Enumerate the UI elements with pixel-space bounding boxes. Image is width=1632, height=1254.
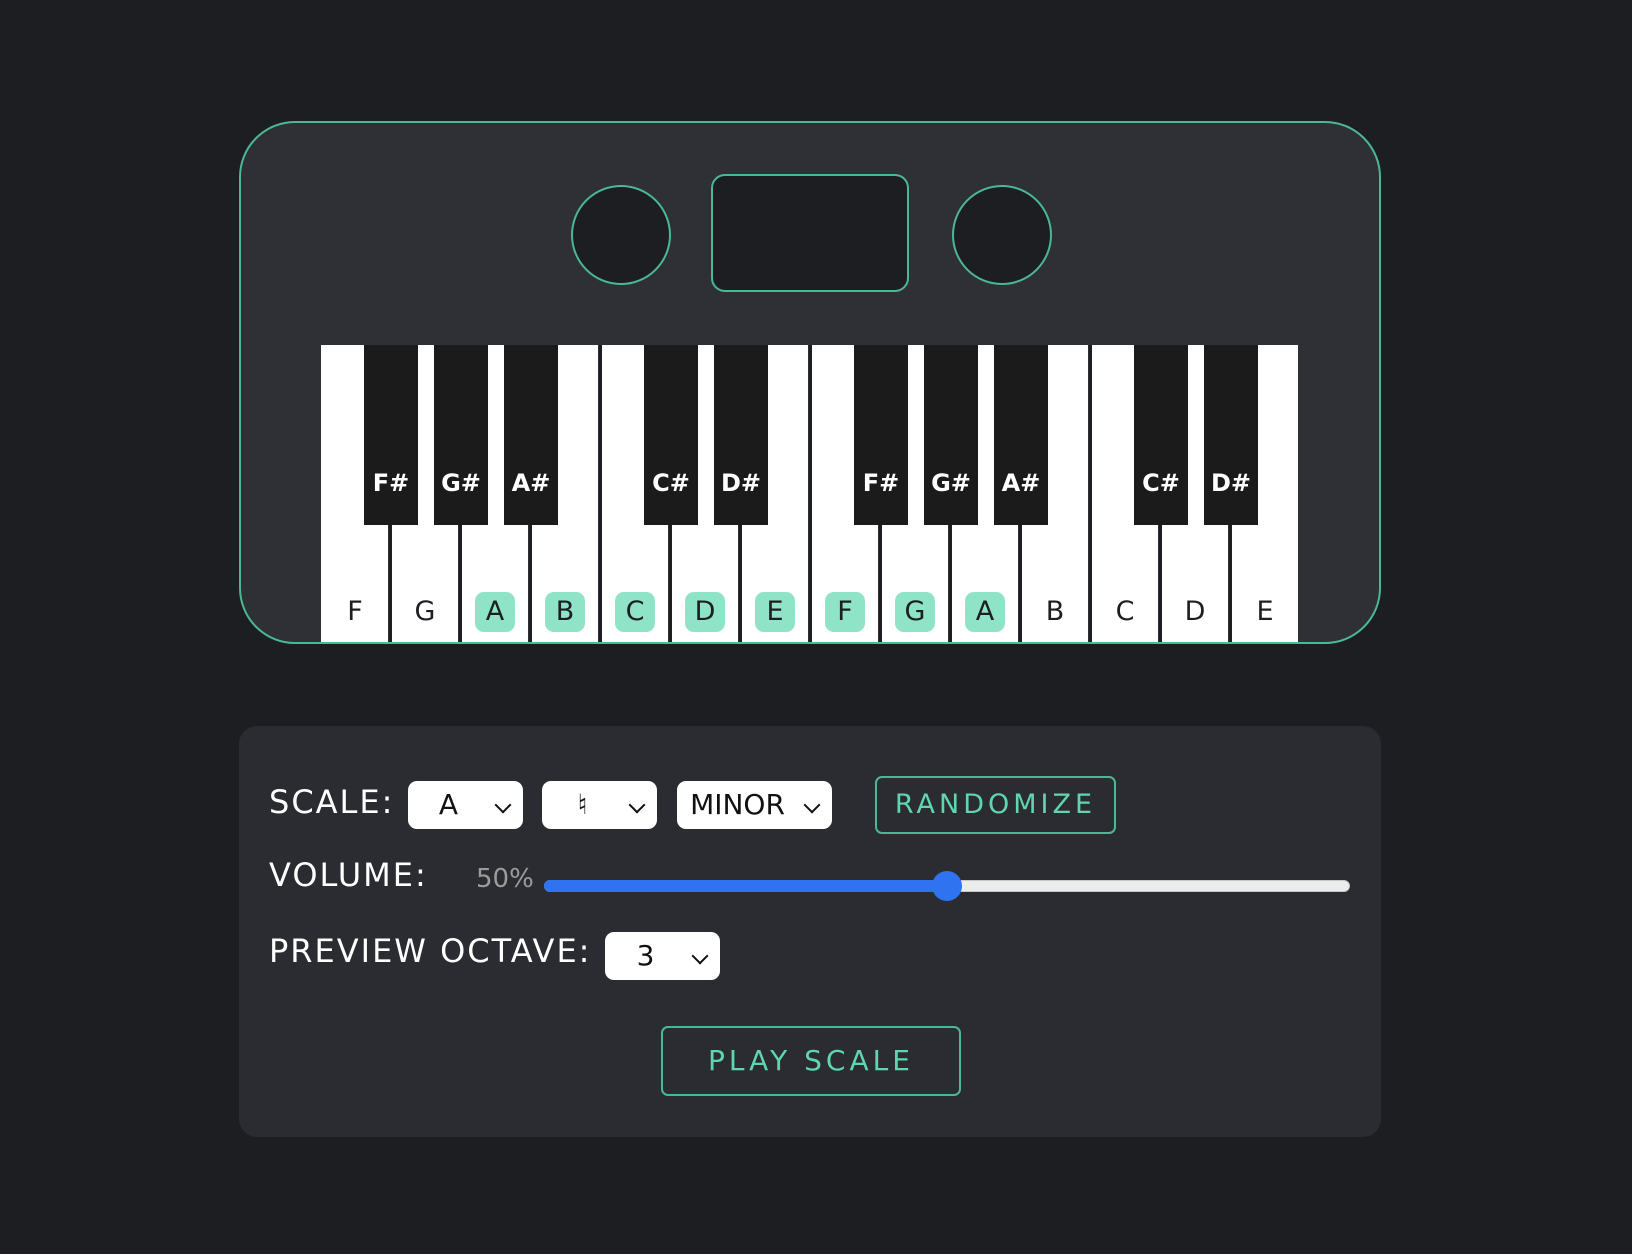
white-key-label: F bbox=[825, 592, 865, 632]
key-divider bbox=[879, 525, 882, 642]
scale-label: SCALE: bbox=[269, 783, 395, 821]
black-key[interactable]: F# bbox=[854, 345, 908, 525]
white-key-label: C bbox=[615, 592, 655, 632]
preview-octave-value: 3 bbox=[636, 939, 655, 972]
black-key[interactable]: A# bbox=[504, 345, 558, 525]
controls-panel: SCALE: A ♮ MINOR RANDOMIZE VOLUME: 50% P… bbox=[239, 726, 1381, 1137]
left-knob[interactable] bbox=[571, 185, 671, 285]
key-divider bbox=[459, 525, 462, 642]
white-key-label: A bbox=[475, 592, 515, 632]
scale-note-value: A bbox=[438, 788, 459, 821]
volume-slider-fill bbox=[544, 880, 947, 892]
key-divider bbox=[1159, 525, 1162, 642]
black-key[interactable]: A# bbox=[994, 345, 1048, 525]
black-key-label: A# bbox=[1001, 469, 1041, 497]
key-divider bbox=[599, 345, 602, 642]
scale-accidental-select[interactable]: ♮ bbox=[542, 781, 657, 829]
preview-octave-label: PREVIEW OCTAVE: bbox=[269, 932, 592, 970]
play-scale-button[interactable]: PLAY SCALE bbox=[661, 1026, 961, 1096]
key-divider bbox=[1089, 345, 1092, 642]
key-divider bbox=[949, 525, 952, 642]
scale-note-select[interactable]: A bbox=[408, 781, 523, 829]
scale-mode-value: MINOR bbox=[690, 788, 785, 821]
key-divider bbox=[809, 345, 812, 642]
white-key-label: D bbox=[685, 592, 725, 632]
key-divider bbox=[1019, 525, 1022, 642]
volume-label: VOLUME: bbox=[269, 856, 428, 894]
black-key[interactable]: F# bbox=[364, 345, 418, 525]
volume-slider-thumb[interactable] bbox=[932, 871, 962, 901]
key-divider bbox=[669, 525, 672, 642]
piano-keyboard: F G A B C D E F G A B C D E F# G# A# C# D# F# G# A# C# D# bbox=[321, 345, 1302, 642]
white-key-label: C bbox=[1115, 596, 1135, 627]
key-divider bbox=[529, 525, 532, 642]
black-key-label: G# bbox=[441, 469, 481, 497]
key-divider bbox=[739, 525, 742, 642]
chevron-down-icon bbox=[628, 796, 646, 814]
chevron-down-icon bbox=[494, 796, 512, 814]
black-key[interactable]: G# bbox=[924, 345, 978, 525]
scale-mode-select[interactable]: MINOR bbox=[677, 781, 832, 829]
black-key[interactable]: G# bbox=[434, 345, 488, 525]
volume-readout: 50% bbox=[476, 864, 534, 894]
black-key[interactable]: D# bbox=[1204, 345, 1258, 525]
key-divider bbox=[389, 525, 392, 642]
black-key-label: C# bbox=[1142, 469, 1180, 497]
randomize-button[interactable]: RANDOMIZE bbox=[875, 776, 1116, 834]
display-screen bbox=[711, 174, 909, 292]
white-key-label: B bbox=[1045, 596, 1065, 627]
white-key-label: G bbox=[895, 592, 935, 632]
black-key-label: A# bbox=[511, 469, 551, 497]
white-key-label: G bbox=[414, 596, 436, 627]
black-key-label: D# bbox=[1210, 469, 1252, 497]
white-key-label: B bbox=[545, 592, 585, 632]
black-key-label: F# bbox=[862, 469, 900, 497]
black-key-label: D# bbox=[720, 469, 762, 497]
white-key-label: A bbox=[965, 592, 1005, 632]
scale-accidental-value: ♮ bbox=[577, 788, 588, 821]
chevron-down-icon bbox=[803, 796, 821, 814]
chevron-down-icon bbox=[691, 947, 709, 965]
white-key-label: E bbox=[755, 592, 795, 632]
key-divider bbox=[1229, 525, 1232, 642]
black-key-label: G# bbox=[931, 469, 971, 497]
volume-slider[interactable] bbox=[544, 871, 1350, 902]
white-key-label: E bbox=[1256, 596, 1274, 627]
black-key-label: C# bbox=[652, 469, 690, 497]
white-key-label: D bbox=[1184, 596, 1206, 627]
black-key-label: F# bbox=[372, 469, 410, 497]
black-key[interactable]: C# bbox=[644, 345, 698, 525]
preview-octave-select[interactable]: 3 bbox=[605, 932, 720, 980]
black-key[interactable]: C# bbox=[1134, 345, 1188, 525]
black-key[interactable]: D# bbox=[714, 345, 768, 525]
right-knob[interactable] bbox=[952, 185, 1052, 285]
synth-body: F G A B C D E F G A B C D E F# G# A# C# D# F# G# A# C# D# bbox=[239, 121, 1381, 644]
white-key-label: F bbox=[347, 596, 363, 627]
